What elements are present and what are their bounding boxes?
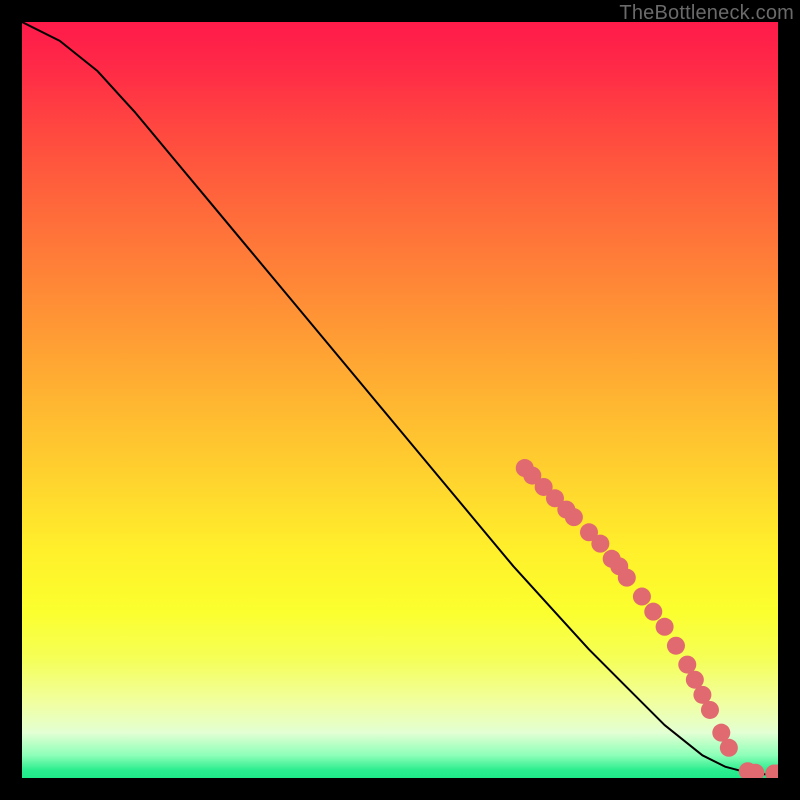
marker-point xyxy=(565,508,583,526)
markers-group xyxy=(516,459,778,778)
marker-point xyxy=(701,701,719,719)
curve-group xyxy=(22,22,778,774)
marker-point xyxy=(720,739,738,757)
chart-frame: TheBottleneck.com xyxy=(0,0,800,800)
watermark-text: TheBottleneck.com xyxy=(619,2,794,25)
chart-svg xyxy=(22,22,778,778)
marker-point xyxy=(644,603,662,621)
marker-point xyxy=(591,535,609,553)
main-curve xyxy=(22,22,778,774)
marker-point xyxy=(656,618,674,636)
marker-point xyxy=(667,637,685,655)
marker-point xyxy=(618,569,636,587)
plot-area xyxy=(22,22,778,778)
marker-point xyxy=(633,588,651,606)
